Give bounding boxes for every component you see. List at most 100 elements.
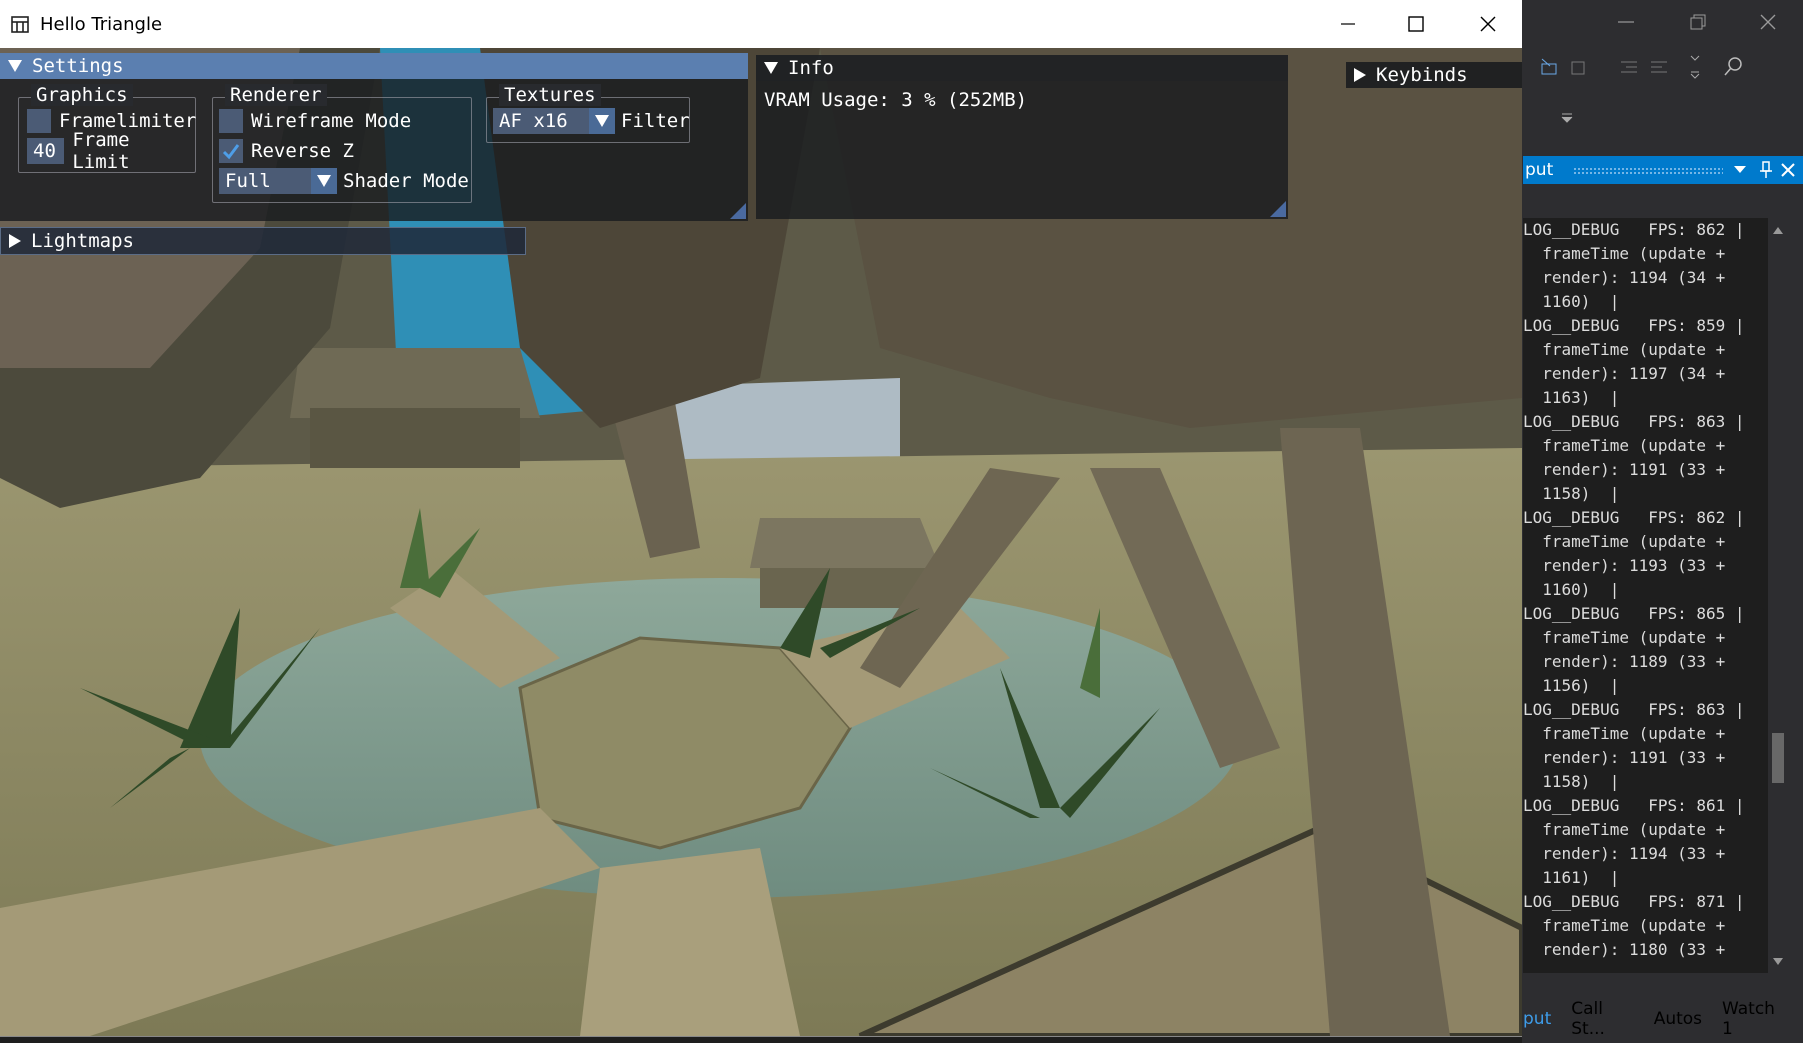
close-icon[interactable]: [1758, 12, 1778, 32]
log-line: frameTime (update +: [1523, 436, 1726, 455]
restore-icon[interactable]: [1688, 12, 1708, 32]
log-line: render): 1194 (33 +: [1523, 844, 1726, 863]
step-into-icon[interactable]: [1538, 56, 1560, 78]
close-button[interactable]: [1454, 0, 1522, 48]
frame-limit-label: Frame Limit: [72, 129, 130, 173]
tab-autos[interactable]: Autos: [1654, 1009, 1702, 1029]
toolbar-overflow-icon[interactable]: [1688, 52, 1702, 80]
frame-limit-row[interactable]: 40 Frame Limit: [27, 129, 195, 173]
reverse-z-row[interactable]: Reverse Z: [219, 138, 354, 164]
close-icon[interactable]: [1781, 163, 1795, 177]
minimize-icon[interactable]: [1616, 12, 1636, 32]
log-line: frameTime (update +: [1523, 340, 1726, 359]
textures-group: Textures AF x16 Filter: [486, 84, 690, 143]
log-line: LOG__DEBUG FPS: 862 |: [1523, 508, 1745, 527]
maximize-button[interactable]: [1382, 0, 1450, 48]
output-title: put: [1525, 160, 1554, 180]
window-title: Hello Triangle: [40, 13, 163, 35]
frame-limit-input[interactable]: 40: [27, 138, 65, 164]
log-line: 1158) |: [1523, 772, 1620, 791]
log-line: frameTime (update +: [1523, 724, 1726, 743]
minimize-icon: [1341, 23, 1355, 25]
log-line: 1160) |: [1523, 292, 1620, 311]
log-line: render): 1193 (33 +: [1523, 556, 1726, 575]
info-panel: Info VRAM Usage: 3 % (252MB): [756, 55, 1288, 219]
title-bar[interactable]: Hello Triangle: [0, 0, 1522, 48]
shader-mode-row[interactable]: Full Shader Mode: [219, 168, 469, 194]
log-line: LOG__DEBUG FPS: 861 |: [1523, 796, 1745, 815]
lightmaps-title: Lightmaps: [31, 230, 134, 252]
output-window-header[interactable]: put: [1523, 156, 1803, 184]
indent-icon[interactable]: [1618, 56, 1640, 78]
dropdown-arrow-icon: [589, 108, 615, 134]
log-line: render): 1180 (33 +: [1523, 940, 1726, 959]
resize-grip[interactable]: [730, 203, 746, 219]
collapse-arrow-icon: [764, 62, 778, 74]
output-scrollbar[interactable]: [1768, 218, 1788, 973]
expand-arrow-icon: [9, 234, 21, 248]
filter-value: AF x16: [493, 108, 589, 134]
keybinds-title: Keybinds: [1376, 64, 1468, 86]
log-line: 1160) |: [1523, 580, 1620, 599]
info-header[interactable]: Info: [756, 55, 1288, 81]
log-line: LOG__DEBUG FPS: 862 |: [1523, 220, 1745, 239]
shader-mode-label: Shader Mode: [343, 170, 469, 192]
log-lines: LOG__DEBUG FPS: 862 | frameTime (update …: [1523, 218, 1768, 962]
collapse-arrow-icon: [8, 60, 22, 72]
scroll-up-arrow-icon[interactable]: [1773, 226, 1783, 234]
pin-icon[interactable]: [1759, 161, 1773, 179]
settings-header[interactable]: Settings: [0, 53, 748, 79]
log-line: frameTime (update +: [1523, 628, 1726, 647]
wireframe-row[interactable]: Wireframe Mode: [219, 108, 411, 134]
shader-mode-value: Full: [219, 168, 311, 194]
settings-title: Settings: [32, 55, 124, 77]
tab-watch-1[interactable]: Watch 1: [1722, 999, 1783, 1039]
wireframe-checkbox[interactable]: [219, 109, 243, 133]
tab-output[interactable]: put: [1523, 1009, 1551, 1029]
log-line: LOG__DEBUG FPS: 865 |: [1523, 604, 1745, 623]
log-line: 1161) |: [1523, 868, 1620, 887]
resize-grip[interactable]: [1270, 201, 1286, 217]
keybinds-header[interactable]: Keybinds: [1346, 62, 1522, 88]
log-line: LOG__DEBUG FPS: 871 |: [1523, 892, 1745, 911]
close-icon: [1480, 16, 1496, 32]
scroll-thumb[interactable]: [1772, 733, 1784, 783]
3d-viewport[interactable]: Settings Graphics Framelimiter 40 Frame …: [0, 48, 1522, 1036]
outdent-icon[interactable]: [1648, 56, 1670, 78]
lightmaps-header[interactable]: Lightmaps: [0, 227, 526, 255]
settings-body: Graphics Framelimiter 40 Frame Limit Ren…: [0, 79, 748, 221]
settings-panel: Settings Graphics Framelimiter 40 Frame …: [0, 53, 748, 221]
log-line: frameTime (update +: [1523, 820, 1726, 839]
log-line: render): 1194 (34 +: [1523, 268, 1726, 287]
scroll-down-arrow-icon[interactable]: [1773, 958, 1783, 966]
graphics-group-title: Graphics: [31, 84, 133, 106]
reverse-z-checkbox[interactable]: [219, 139, 243, 163]
renderer-group: Renderer Wireframe Mode Reverse Z Full S…: [212, 84, 472, 203]
wireframe-label: Wireframe Mode: [251, 110, 412, 132]
log-line: LOG__DEBUG FPS: 863 |: [1523, 412, 1745, 431]
step-over-icon[interactable]: [1568, 56, 1590, 78]
info-title: Info: [788, 57, 834, 79]
game-window: Hello Triangle Settings Graphics Frameli…: [0, 0, 1522, 1037]
dropdown-icon[interactable]: [1560, 112, 1574, 124]
bottom-tab-strip: put Call St... Autos Watch 1: [1523, 999, 1803, 1039]
filter-combo[interactable]: AF x16: [493, 108, 615, 134]
chevron-down-icon[interactable]: [1733, 164, 1747, 176]
info-body: VRAM Usage: 3 % (252MB): [756, 81, 1288, 219]
shader-mode-combo[interactable]: Full: [219, 168, 337, 194]
tab-call-stack[interactable]: Call St...: [1571, 999, 1633, 1039]
dropdown-arrow-icon: [311, 168, 337, 194]
framelimiter-checkbox[interactable]: [27, 109, 51, 133]
checkmark-icon: [222, 144, 240, 160]
filter-row[interactable]: AF x16 Filter: [493, 108, 690, 134]
vram-usage-text: VRAM Usage: 3 % (252MB): [764, 89, 1028, 111]
app-icon: [11, 16, 29, 33]
expand-arrow-icon: [1354, 68, 1366, 82]
log-line: 1163) |: [1523, 388, 1620, 407]
minimize-button[interactable]: [1314, 0, 1382, 48]
log-line: render): 1191 (33 +: [1523, 748, 1726, 767]
graphics-group: Graphics Framelimiter 40 Frame Limit: [18, 84, 196, 173]
output-log[interactable]: LOG__DEBUG FPS: 862 | frameTime (update …: [1523, 218, 1768, 973]
search-pin-icon[interactable]: [1722, 54, 1746, 78]
lightmaps-panel: Lightmaps: [0, 227, 526, 255]
